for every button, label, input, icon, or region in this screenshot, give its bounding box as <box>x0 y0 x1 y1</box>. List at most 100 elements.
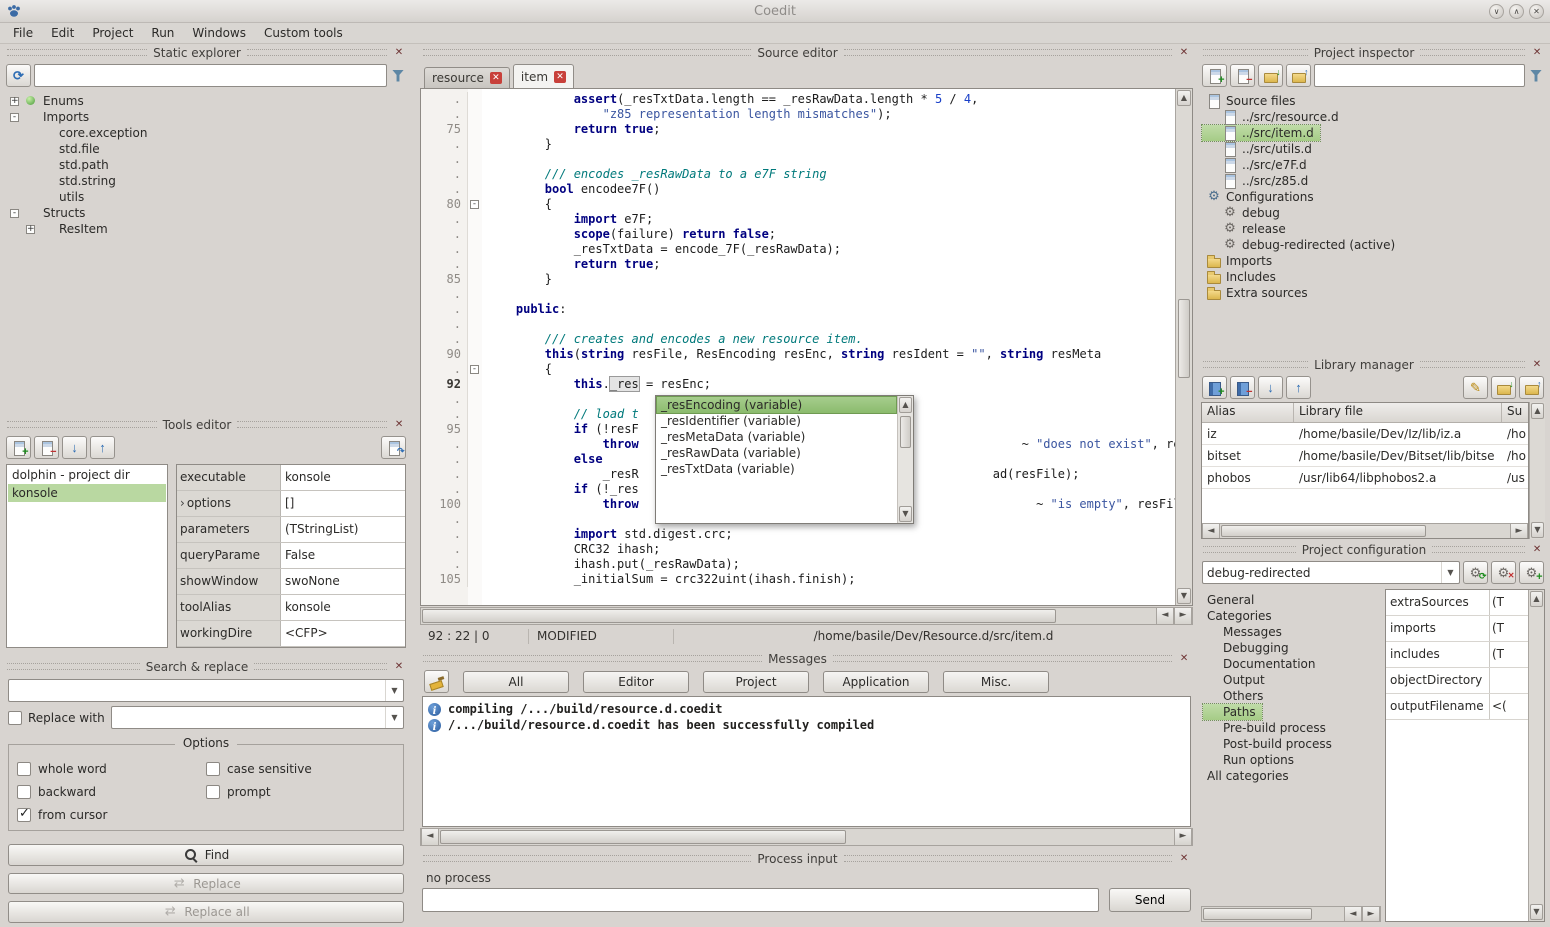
category-item[interactable]: Pre-build process <box>1203 720 1332 736</box>
scroll-up-icon[interactable]: ▲ <box>1530 591 1543 607</box>
messages-filter-button[interactable]: Project <box>703 671 809 693</box>
search-option-checkbox[interactable]: backward <box>17 780 206 803</box>
fold-icon[interactable]: - <box>470 200 479 209</box>
scroll-track[interactable] <box>439 829 1174 845</box>
property-row[interactable]: ›options [] <box>177 491 405 517</box>
scroll-thumb[interactable] <box>422 609 1056 623</box>
project-tree-item[interactable]: ../src/e7F.d <box>1202 157 1313 173</box>
completion-item[interactable]: _resIdentifier (variable) <box>657 413 896 429</box>
static-explorer-header[interactable]: Static explorer ✕ <box>4 44 408 61</box>
window-control-button[interactable]: ∧ <box>1509 4 1524 19</box>
close-panel-icon[interactable]: ✕ <box>1531 47 1543 59</box>
scroll-right-icon[interactable]: ► <box>1174 608 1192 624</box>
project-tree-item[interactable]: Imports <box>1202 253 1278 269</box>
close-panel-icon[interactable]: ✕ <box>393 47 405 59</box>
configuration-property-row[interactable]: outputFilename <( <box>1386 694 1528 720</box>
toolbar-button[interactable] <box>1202 64 1227 87</box>
property-value[interactable]: False <box>281 543 405 568</box>
close-tab-icon[interactable]: ✕ <box>490 72 502 84</box>
scroll-down-icon[interactable]: ▼ <box>1530 904 1543 920</box>
tool-list-item[interactable]: konsole <box>8 484 166 502</box>
scroll-up-icon[interactable]: ▲ <box>1531 403 1544 419</box>
completion-scrollbar[interactable]: ▲ ▼ <box>897 396 913 523</box>
property-value[interactable]: (T <box>1489 590 1528 615</box>
toolbar-button[interactable] <box>1491 376 1516 399</box>
scroll-right-icon[interactable]: ► <box>1510 524 1528 538</box>
scroll-track[interactable] <box>1220 524 1510 538</box>
library-row[interactable]: phobos /usr/lib64/libphobos2.a /us <box>1202 467 1528 489</box>
replace-input[interactable]: ▼ <box>111 706 404 729</box>
scroll-thumb[interactable] <box>1178 299 1190 378</box>
configuration-property-row[interactable]: includes (T <box>1386 642 1528 668</box>
property-value[interactable]: <CFP> <box>281 621 405 646</box>
chevron-down-icon[interactable]: ▼ <box>385 707 403 728</box>
configuration-select[interactable]: debug-redirected ▼ <box>1202 561 1460 584</box>
editor-tab[interactable]: item ✕ <box>513 64 574 88</box>
category-item[interactable]: All categories <box>1203 768 1295 784</box>
project-tree-item[interactable]: Extra sources <box>1202 285 1314 301</box>
property-row[interactable]: ›toolAlias konsole <box>177 595 405 621</box>
property-value[interactable]: (T <box>1489 642 1528 667</box>
toolbar-button[interactable] <box>6 436 31 459</box>
scroll-track[interactable] <box>1202 907 1344 921</box>
menu-item[interactable]: Run <box>142 24 183 42</box>
menu-item[interactable]: File <box>4 24 42 42</box>
scroll-left-icon[interactable]: ◄ <box>1156 608 1174 624</box>
find-button[interactable]: Find <box>8 844 404 866</box>
tool-list-item[interactable]: dolphin - project dir <box>8 466 166 484</box>
search-option-checkbox[interactable]: whole word <box>17 757 206 780</box>
scroll-track[interactable] <box>898 414 913 505</box>
scroll-track[interactable] <box>1530 420 1545 521</box>
search-option-checkbox[interactable]: prompt <box>206 780 395 803</box>
editor-tab[interactable]: resource ✕ <box>424 67 510 88</box>
toolbar-button[interactable] <box>381 436 406 459</box>
toolbar-button[interactable] <box>1491 561 1516 584</box>
close-panel-icon[interactable]: ✕ <box>1531 359 1543 371</box>
window-control-button[interactable]: ✕ <box>1529 4 1544 19</box>
scroll-thumb[interactable] <box>1203 908 1312 920</box>
scroll-thumb[interactable] <box>1221 525 1426 537</box>
scroll-left-icon[interactable]: ◄ <box>1202 524 1220 538</box>
scroll-up-icon[interactable]: ▲ <box>1177 90 1191 106</box>
scroll-down-icon[interactable]: ▼ <box>1177 588 1191 604</box>
messages-filter-button[interactable]: Application <box>823 671 929 693</box>
scroll-track[interactable] <box>1529 608 1544 903</box>
scroll-track[interactable] <box>421 608 1156 624</box>
search-replace-header[interactable]: Search & replace ✕ <box>4 658 408 675</box>
project-tree-item[interactable]: ../src/utils.d <box>1202 141 1318 157</box>
scroll-thumb[interactable] <box>440 830 846 844</box>
symbol-filter-input[interactable] <box>34 64 387 87</box>
category-item[interactable]: Categories <box>1203 608 1278 624</box>
tools-editor-header[interactable]: Tools editor ✕ <box>4 416 408 433</box>
library-row[interactable]: bitset /home/basile/Dev/Bitset/lib/bitse… <box>1202 445 1528 467</box>
process-stdin-input[interactable] <box>422 888 1099 912</box>
property-value[interactable]: konsole <box>281 465 405 490</box>
refresh-button[interactable] <box>6 64 31 87</box>
expander-icon[interactable]: - <box>10 209 19 218</box>
project-tree-item[interactable]: debug <box>1202 205 1286 221</box>
property-value[interactable]: swoNone <box>281 569 405 594</box>
scroll-right-icon[interactable]: ► <box>1174 829 1192 845</box>
toolbar-button[interactable] <box>1463 376 1488 399</box>
configuration-property-row[interactable]: imports (T <box>1386 616 1528 642</box>
column-header[interactable]: Su <box>1502 403 1528 422</box>
toolbar-button[interactable] <box>1230 64 1255 87</box>
messages-header[interactable]: Messages ✕ <box>420 650 1193 667</box>
inspector-filter-input[interactable] <box>1314 64 1525 87</box>
property-value[interactable] <box>1489 668 1528 693</box>
close-panel-icon[interactable]: ✕ <box>1531 544 1543 556</box>
close-panel-icon[interactable]: ✕ <box>393 661 405 673</box>
toolbar-button[interactable] <box>62 436 87 459</box>
menu-item[interactable]: Edit <box>42 24 83 42</box>
symbol-tree-item[interactable]: - Structs <box>6 205 91 221</box>
category-item[interactable]: Others <box>1203 688 1269 704</box>
symbol-tree-item[interactable]: + Enums <box>6 93 90 109</box>
close-panel-icon[interactable]: ✕ <box>393 419 405 431</box>
completion-item[interactable]: _resTxtData (variable) <box>657 461 896 477</box>
property-value[interactable]: [] <box>281 491 405 516</box>
project-configuration-header[interactable]: Project configuration ✕ <box>1200 541 1546 558</box>
scroll-thumb[interactable] <box>900 416 911 448</box>
expander-icon[interactable]: - <box>10 113 19 122</box>
search-input[interactable]: ▼ <box>8 679 404 702</box>
symbol-tree-item[interactable]: std.string <box>6 173 122 189</box>
